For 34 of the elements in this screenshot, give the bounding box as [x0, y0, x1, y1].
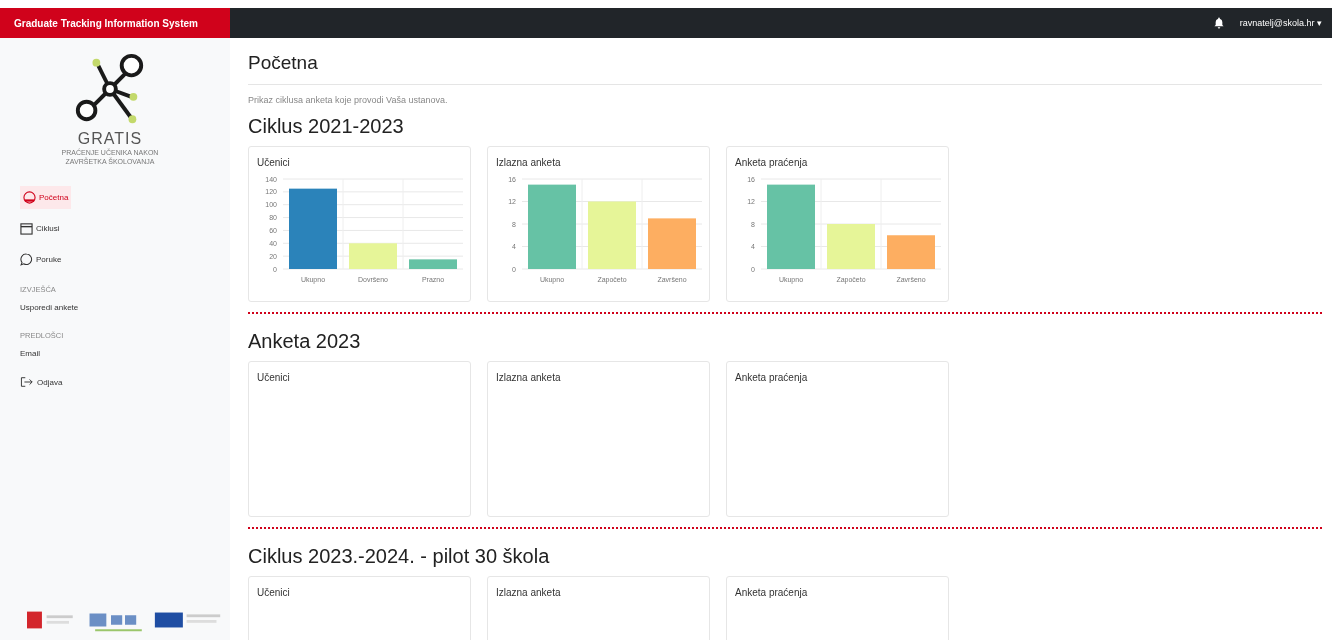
user-menu[interactable]: ravnatelj@skola.hr ▾	[1239, 18, 1322, 28]
nav-item[interactable]: Email	[20, 344, 40, 364]
chat-icon	[20, 253, 33, 267]
bell-icon[interactable]	[1213, 17, 1224, 29]
page-title: Početna	[248, 52, 1322, 85]
nav-item[interactable]: Usporedi ankete	[20, 298, 79, 318]
nav-item[interactable]: Odjava	[20, 371, 63, 394]
bar	[827, 224, 875, 269]
card-title: Učenici	[257, 372, 291, 383]
card-title: Učenici	[257, 587, 291, 598]
nav-item[interactable]: Poruke	[20, 248, 62, 272]
card-title: Anketa praćenja	[735, 157, 809, 168]
nav-item[interactable]: Ciklusi	[20, 217, 60, 241]
logout-icon	[20, 376, 34, 389]
section-title: Anketa 2023	[248, 330, 362, 353]
card-title: Anketa praćenja	[735, 372, 809, 383]
bar	[588, 201, 636, 269]
section-title: Ciklus 2023.-2024. - pilot 30 škola	[248, 545, 551, 568]
card-title: Izlazna anketa	[496, 372, 562, 383]
bar	[648, 218, 696, 269]
bar	[887, 235, 935, 269]
card-title: Izlazna anketa	[496, 587, 562, 598]
card-title: Izlazna anketa	[496, 157, 562, 168]
section-title: Ciklus 2021-2023	[248, 115, 405, 138]
gauge-icon	[23, 191, 36, 205]
bar	[409, 259, 457, 269]
bar	[349, 243, 397, 269]
app-title[interactable]: Graduate Tracking Information System	[0, 8, 230, 38]
nav-item[interactable]: Početna	[20, 186, 72, 210]
page-description: Prikaz ciklusa anketa koje provodi Vaša ustanova.	[248, 95, 449, 105]
card-title: Učenici	[257, 157, 291, 168]
calendar-icon	[20, 222, 33, 236]
card-title: Anketa praćenja	[735, 587, 809, 598]
logo-title: GRATIS	[77, 130, 143, 148]
